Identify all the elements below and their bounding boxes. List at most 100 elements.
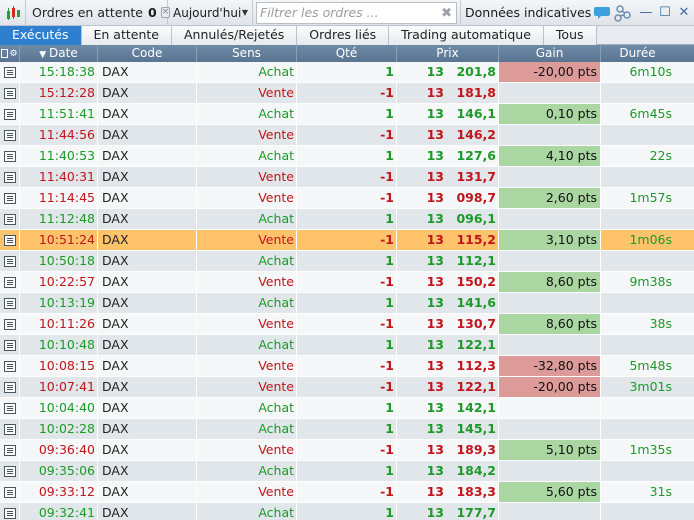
column-code[interactable]: Code — [98, 45, 197, 62]
table-row[interactable]: 11:14:45 DAX Vente -1 13 098,7 2,60 pts 1m57s — [0, 188, 694, 209]
order-details-cell[interactable] — [0, 104, 20, 124]
order-details-cell[interactable] — [0, 62, 20, 82]
order-details-cell[interactable] — [0, 188, 20, 208]
order-details-cell[interactable] — [0, 83, 20, 103]
tab-all[interactable]: Tous — [543, 26, 597, 45]
order-details-icon[interactable] — [3, 213, 16, 225]
order-details-cell[interactable] — [0, 314, 20, 334]
order-details-icon[interactable] — [3, 318, 16, 330]
order-details-cell[interactable] — [0, 230, 20, 250]
table-row[interactable]: 09:32:41 DAX Achat 1 13 177,7 — [0, 503, 694, 520]
order-details-icon[interactable] — [3, 66, 16, 78]
order-details-cell[interactable] — [0, 356, 20, 376]
order-details-icon[interactable] — [3, 444, 16, 456]
app-chart-icon[interactable] — [0, 0, 26, 26]
order-details-icon[interactable] — [3, 465, 16, 477]
filter-orders-input[interactable] — [257, 5, 437, 20]
table-row[interactable]: 09:33:12 DAX Vente -1 13 183,3 5,60 pts 31s — [0, 482, 694, 503]
tab-executed[interactable]: Exécutés — [0, 26, 82, 45]
wrench-icon[interactable]: ⚙ — [9, 46, 17, 62]
order-details-cell[interactable] — [0, 461, 20, 481]
order-details-cell[interactable] — [0, 440, 20, 460]
order-details-icon[interactable] — [3, 87, 16, 99]
info-link-icon[interactable] — [594, 3, 632, 23]
table-row[interactable]: 11:12:48 DAX Achat 1 13 096,1 — [0, 209, 694, 230]
order-details-cell[interactable] — [0, 293, 20, 313]
order-details-cell[interactable] — [0, 377, 20, 397]
window-controls: — ☐ ✕ — [639, 0, 694, 26]
order-details-cell[interactable] — [0, 482, 20, 502]
order-price-units: 189,3 — [456, 442, 496, 457]
order-details-icon[interactable] — [3, 192, 16, 204]
order-duration: 9m38s — [629, 274, 672, 289]
table-row[interactable]: 10:22:57 DAX Vente -1 13 150,2 8,60 pts 9m38s — [0, 272, 694, 293]
order-details-cell[interactable] — [0, 272, 20, 292]
table-row[interactable]: 10:07:41 DAX Vente -1 13 122,1 -20,00 pts 3m01s — [0, 377, 694, 398]
table-row[interactable]: 09:36:40 DAX Vente -1 13 189,3 5,10 pts 1m35s — [0, 440, 694, 461]
clear-filter-icon[interactable]: ✖ — [441, 6, 452, 21]
table-row[interactable]: 10:08:15 DAX Vente -1 13 112,3 -32,80 pts 5m48s — [0, 356, 694, 377]
order-details-cell[interactable] — [0, 146, 20, 166]
table-row[interactable]: 10:13:19 DAX Achat 1 13 141,6 — [0, 293, 694, 314]
table-row[interactable]: 10:10:48 DAX Achat 1 13 122,1 — [0, 335, 694, 356]
order-details-icon[interactable] — [3, 234, 16, 246]
tab-pending[interactable]: En attente — [81, 26, 172, 45]
order-price-units: 141,6 — [456, 295, 496, 310]
minimize-icon[interactable]: — — [639, 5, 653, 20]
column-date[interactable]: ▼ Date — [20, 45, 98, 62]
column-prix[interactable]: Prix — [397, 45, 499, 62]
close-window-icon[interactable]: ✕ — [677, 5, 691, 20]
order-details-cell[interactable] — [0, 125, 20, 145]
order-details-icon[interactable] — [3, 276, 16, 288]
indicative-data-indicator[interactable]: Données indicatives — [460, 0, 636, 26]
order-details-icon[interactable] — [3, 108, 16, 120]
maximize-icon[interactable]: ☐ — [658, 5, 672, 20]
date-filter-dropdown[interactable]: Aujourd'hui ▼ — [168, 0, 253, 26]
order-details-icon[interactable] — [3, 339, 16, 351]
table-row[interactable]: 10:50:18 DAX Achat 1 13 112,1 — [0, 251, 694, 272]
order-gain: 8,60 pts — [499, 314, 601, 334]
order-details-icon[interactable] — [3, 360, 16, 372]
order-details-icon[interactable] — [3, 381, 16, 393]
order-price-units: 122,1 — [456, 379, 496, 394]
table-row[interactable]: 10:02:28 DAX Achat 1 13 145,1 — [0, 419, 694, 440]
order-details-icon[interactable] — [3, 129, 16, 141]
table-row[interactable]: 10:51:24 DAX Vente -1 13 115,2 3,10 pts 1m06s — [0, 230, 694, 251]
table-row[interactable]: 15:18:38 DAX Achat 1 13 201,8 -20,00 pts 6m10s — [0, 62, 694, 83]
column-settings[interactable]: ⚙ — [0, 45, 20, 62]
table-row[interactable]: 11:40:53 DAX Achat 1 13 127,6 4,10 pts 22s — [0, 146, 694, 167]
column-sens[interactable]: Sens — [197, 45, 297, 62]
order-details-cell[interactable] — [0, 419, 20, 439]
tab-linked-orders[interactable]: Ordres liés — [297, 26, 390, 45]
list-icon[interactable] — [1, 49, 9, 58]
table-row[interactable]: 10:11:26 DAX Vente -1 13 130,7 8,60 pts 38s — [0, 314, 694, 335]
order-details-cell[interactable] — [0, 209, 20, 229]
tab-cancelled-rejected[interactable]: Annulés/Rejetés — [171, 26, 298, 45]
table-row[interactable]: 11:44:56 DAX Vente -1 13 146,2 — [0, 125, 694, 146]
order-details-icon[interactable] — [3, 402, 16, 414]
order-details-cell[interactable] — [0, 251, 20, 271]
order-details-icon[interactable] — [3, 297, 16, 309]
table-row[interactable]: 11:51:41 DAX Achat 1 13 146,1 0,10 pts 6m45s — [0, 104, 694, 125]
table-row[interactable]: 10:04:40 DAX Achat 1 13 142,1 — [0, 398, 694, 419]
table-row[interactable]: 11:40:31 DAX Vente -1 13 131,7 — [0, 167, 694, 188]
order-details-cell[interactable] — [0, 398, 20, 418]
column-duree[interactable]: Durée — [601, 45, 674, 62]
order-details-cell[interactable] — [0, 335, 20, 355]
column-gain[interactable]: Gain — [499, 45, 601, 62]
column-qty[interactable]: Qté — [297, 45, 397, 62]
order-quantity: -1 — [297, 440, 397, 460]
pending-orders-indicator[interactable]: Ordres en attente 0 × — [26, 0, 171, 26]
order-price-thousands: 13 — [426, 190, 444, 205]
order-details-cell[interactable] — [0, 503, 20, 520]
order-details-icon[interactable] — [3, 255, 16, 267]
order-details-icon[interactable] — [3, 150, 16, 162]
table-row[interactable]: 15:12:28 DAX Vente -1 13 181,8 — [0, 83, 694, 104]
order-details-cell[interactable] — [0, 167, 20, 187]
order-details-icon[interactable] — [3, 486, 16, 498]
order-details-icon[interactable] — [3, 171, 16, 183]
tab-automatic-trading[interactable]: Trading automatique — [389, 26, 544, 45]
order-details-icon[interactable] — [3, 423, 16, 435]
order-details-icon[interactable] — [3, 507, 16, 519]
table-row[interactable]: 09:35:06 DAX Achat 1 13 184,2 — [0, 461, 694, 482]
